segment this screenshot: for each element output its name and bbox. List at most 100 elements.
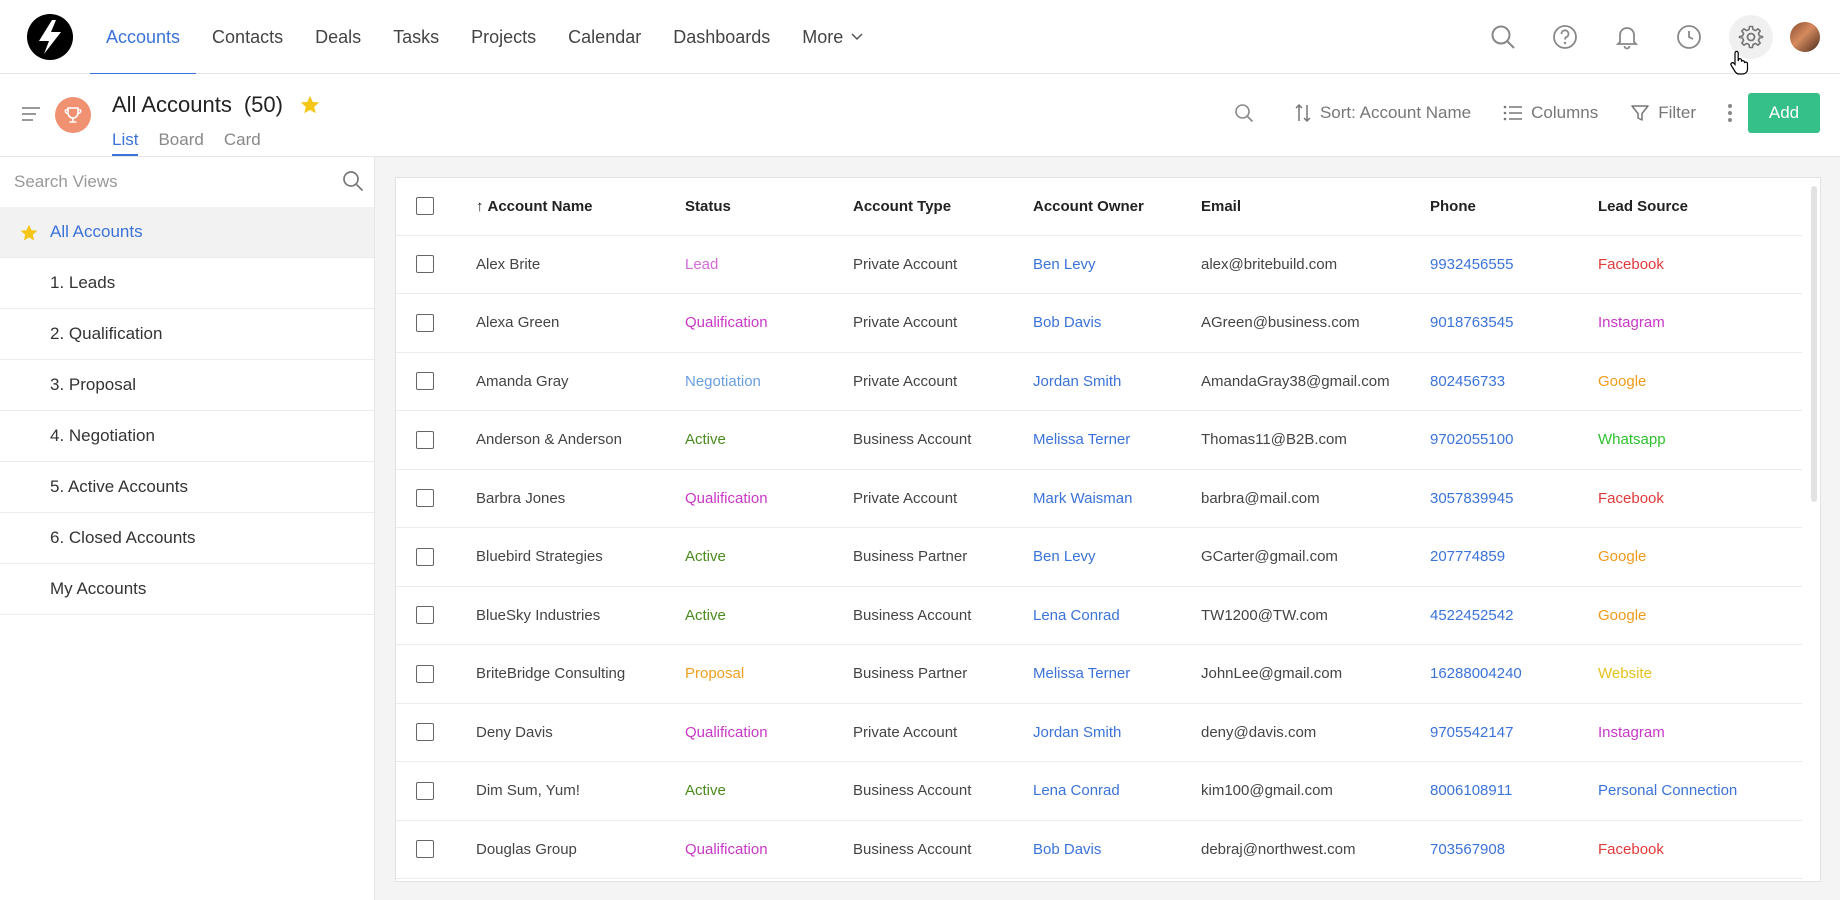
help-button[interactable] [1534, 0, 1596, 74]
table-row[interactable]: Alex Brite Lead Private Account Ben Levy ale… [396, 235, 1802, 294]
cell-name[interactable]: Alexa Green [476, 293, 685, 353]
more-options-icon[interactable] [1712, 104, 1748, 122]
cell-name[interactable]: Barbra Jones [476, 469, 685, 528]
nav-calendar[interactable]: Calendar [552, 0, 657, 74]
list-search-button[interactable] [1210, 93, 1278, 133]
nav-contacts[interactable]: Contacts [196, 0, 299, 74]
row-checkbox[interactable] [416, 547, 434, 566]
column-header-account-name[interactable]: ↑ Account Name [476, 178, 685, 236]
cell-name[interactable]: Anderson & Anderson [476, 410, 685, 470]
view-item-qualification[interactable]: 2. Qualification [0, 309, 374, 360]
search-views-input[interactable] [14, 172, 314, 192]
table-row[interactable]: Alexa Green Qualification Private Account B… [396, 293, 1802, 353]
table-scrollbar[interactable] [1811, 186, 1817, 502]
cell-phone[interactable]: 16288004240 [1430, 644, 1598, 704]
table-row[interactable]: BriteBridge Consulting Proposal Business P… [396, 644, 1802, 704]
menu-icon[interactable] [22, 107, 40, 125]
columns-button[interactable]: Columns [1487, 93, 1614, 133]
cell-owner[interactable]: Melissa Terner [1033, 644, 1201, 704]
row-checkbox[interactable] [416, 489, 434, 508]
column-header-lead-source[interactable]: Lead Source [1598, 178, 1802, 236]
favorite-star-icon[interactable] [299, 94, 321, 116]
row-checkbox[interactable] [416, 664, 434, 683]
cell-owner[interactable]: Lena Conrad [1033, 761, 1201, 821]
nav-projects[interactable]: Projects [455, 0, 552, 74]
view-item-closed-accounts[interactable]: 6. Closed Accounts [0, 513, 374, 564]
cell-name[interactable]: Amanda Gray [476, 352, 685, 411]
cell-phone[interactable]: 207774859 [1430, 527, 1598, 587]
cell-owner[interactable]: Melissa Terner [1033, 410, 1201, 470]
cell-owner[interactable]: Bob Davis [1033, 293, 1201, 353]
cell-phone[interactable]: 4522452542 [1430, 586, 1598, 645]
view-item-label: All Accounts [50, 222, 143, 241]
table-row[interactable]: Bluebird Strategies Active Business Partne… [396, 527, 1802, 587]
row-checkbox[interactable] [416, 723, 434, 742]
row-checkbox[interactable] [416, 430, 434, 449]
row-checkbox[interactable] [416, 606, 434, 625]
view-item-proposal[interactable]: 3. Proposal [0, 360, 374, 411]
view-item-leads[interactable]: 1. Leads [0, 258, 374, 309]
tab-board[interactable]: Board [158, 130, 203, 156]
cell-owner[interactable]: Ben Levy [1033, 527, 1201, 587]
user-avatar[interactable] [1790, 22, 1820, 52]
select-all-checkbox[interactable] [416, 197, 434, 216]
cell-phone[interactable]: 9702055100 [1430, 410, 1598, 470]
cell-name[interactable]: Alex Brite [476, 235, 685, 294]
notifications-button[interactable] [1596, 0, 1658, 74]
nav-deals[interactable]: Deals [299, 0, 377, 74]
row-checkbox[interactable] [416, 372, 434, 391]
cell-phone[interactable]: 9018763545 [1430, 293, 1598, 353]
history-button[interactable] [1658, 0, 1720, 74]
nav-dashboards[interactable]: Dashboards [657, 0, 786, 74]
column-header-phone[interactable]: Phone [1430, 178, 1598, 236]
app-logo[interactable] [27, 14, 73, 60]
cell-phone[interactable]: 3057839945 [1430, 469, 1598, 528]
cell-name[interactable]: Deny Davis [476, 703, 685, 762]
cell-name[interactable]: Bluebird Strategies [476, 527, 685, 587]
cell-name[interactable]: Dim Sum, Yum! [476, 761, 685, 821]
row-checkbox[interactable] [416, 255, 434, 274]
nav-tasks[interactable]: Tasks [377, 0, 455, 74]
cell-owner[interactable]: Jordan Smith [1033, 352, 1201, 411]
column-header-status[interactable]: Status [685, 178, 853, 236]
cell-phone[interactable]: 9705542147 [1430, 703, 1598, 762]
column-header-email[interactable]: Email [1201, 178, 1430, 236]
table-row[interactable]: Dim Sum, Yum! Active Business Account Lena … [396, 761, 1802, 821]
cell-phone[interactable]: 8006108911 [1430, 761, 1598, 821]
cell-phone[interactable]: 703567908 [1430, 820, 1598, 879]
table-row[interactable]: Anderson & Anderson Active Business Accoun… [396, 410, 1802, 470]
nav-more-dropdown[interactable]: More [786, 0, 879, 74]
sort-button[interactable]: Sort: Account Name [1278, 93, 1487, 133]
row-checkbox[interactable] [416, 840, 434, 859]
table-row[interactable]: Douglas Group Qualification Business Accou… [396, 820, 1802, 879]
table-row[interactable]: Deny Davis Qualification Private Account Jo… [396, 703, 1802, 762]
table-row[interactable]: BlueSky Industries Active Business Account… [396, 586, 1802, 645]
global-search-button[interactable] [1472, 0, 1534, 74]
row-checkbox[interactable] [416, 781, 434, 800]
view-item-my-accounts[interactable]: My Accounts [0, 564, 374, 615]
add-button[interactable]: Add [1748, 93, 1820, 133]
cell-name[interactable]: BlueSky Industries [476, 586, 685, 645]
nav-accounts[interactable]: Accounts [90, 0, 197, 75]
tab-card[interactable]: Card [224, 130, 261, 156]
view-item-negotiation[interactable]: 4. Negotiation [0, 411, 374, 462]
cell-name[interactable]: BriteBridge Consulting [476, 644, 685, 704]
view-item-active-accounts[interactable]: 5. Active Accounts [0, 462, 374, 513]
row-checkbox[interactable] [416, 313, 434, 332]
cell-owner[interactable]: Bob Davis [1033, 820, 1201, 879]
cell-phone[interactable]: 9932456555 [1430, 235, 1598, 294]
view-item-all-accounts[interactable]: All Accounts [0, 207, 374, 258]
table-row[interactable]: Amanda Gray Negotiation Private Account Jor… [396, 352, 1802, 411]
cell-owner[interactable]: Mark Waisman [1033, 469, 1201, 528]
cell-owner[interactable]: Jordan Smith [1033, 703, 1201, 762]
column-header-account-type[interactable]: Account Type [853, 178, 1033, 236]
table-row[interactable]: Barbra Jones Qualification Private Account… [396, 469, 1802, 528]
cell-owner[interactable]: Ben Levy [1033, 235, 1201, 294]
filter-button[interactable]: Filter [1614, 93, 1712, 133]
cell-owner[interactable]: Lena Conrad [1033, 586, 1201, 645]
cell-name[interactable]: Douglas Group [476, 820, 685, 879]
tab-list[interactable]: List [112, 130, 139, 156]
search-icon[interactable] [342, 170, 364, 192]
cell-phone[interactable]: 802456733 [1430, 352, 1598, 411]
column-header-account-owner[interactable]: Account Owner [1033, 178, 1201, 236]
